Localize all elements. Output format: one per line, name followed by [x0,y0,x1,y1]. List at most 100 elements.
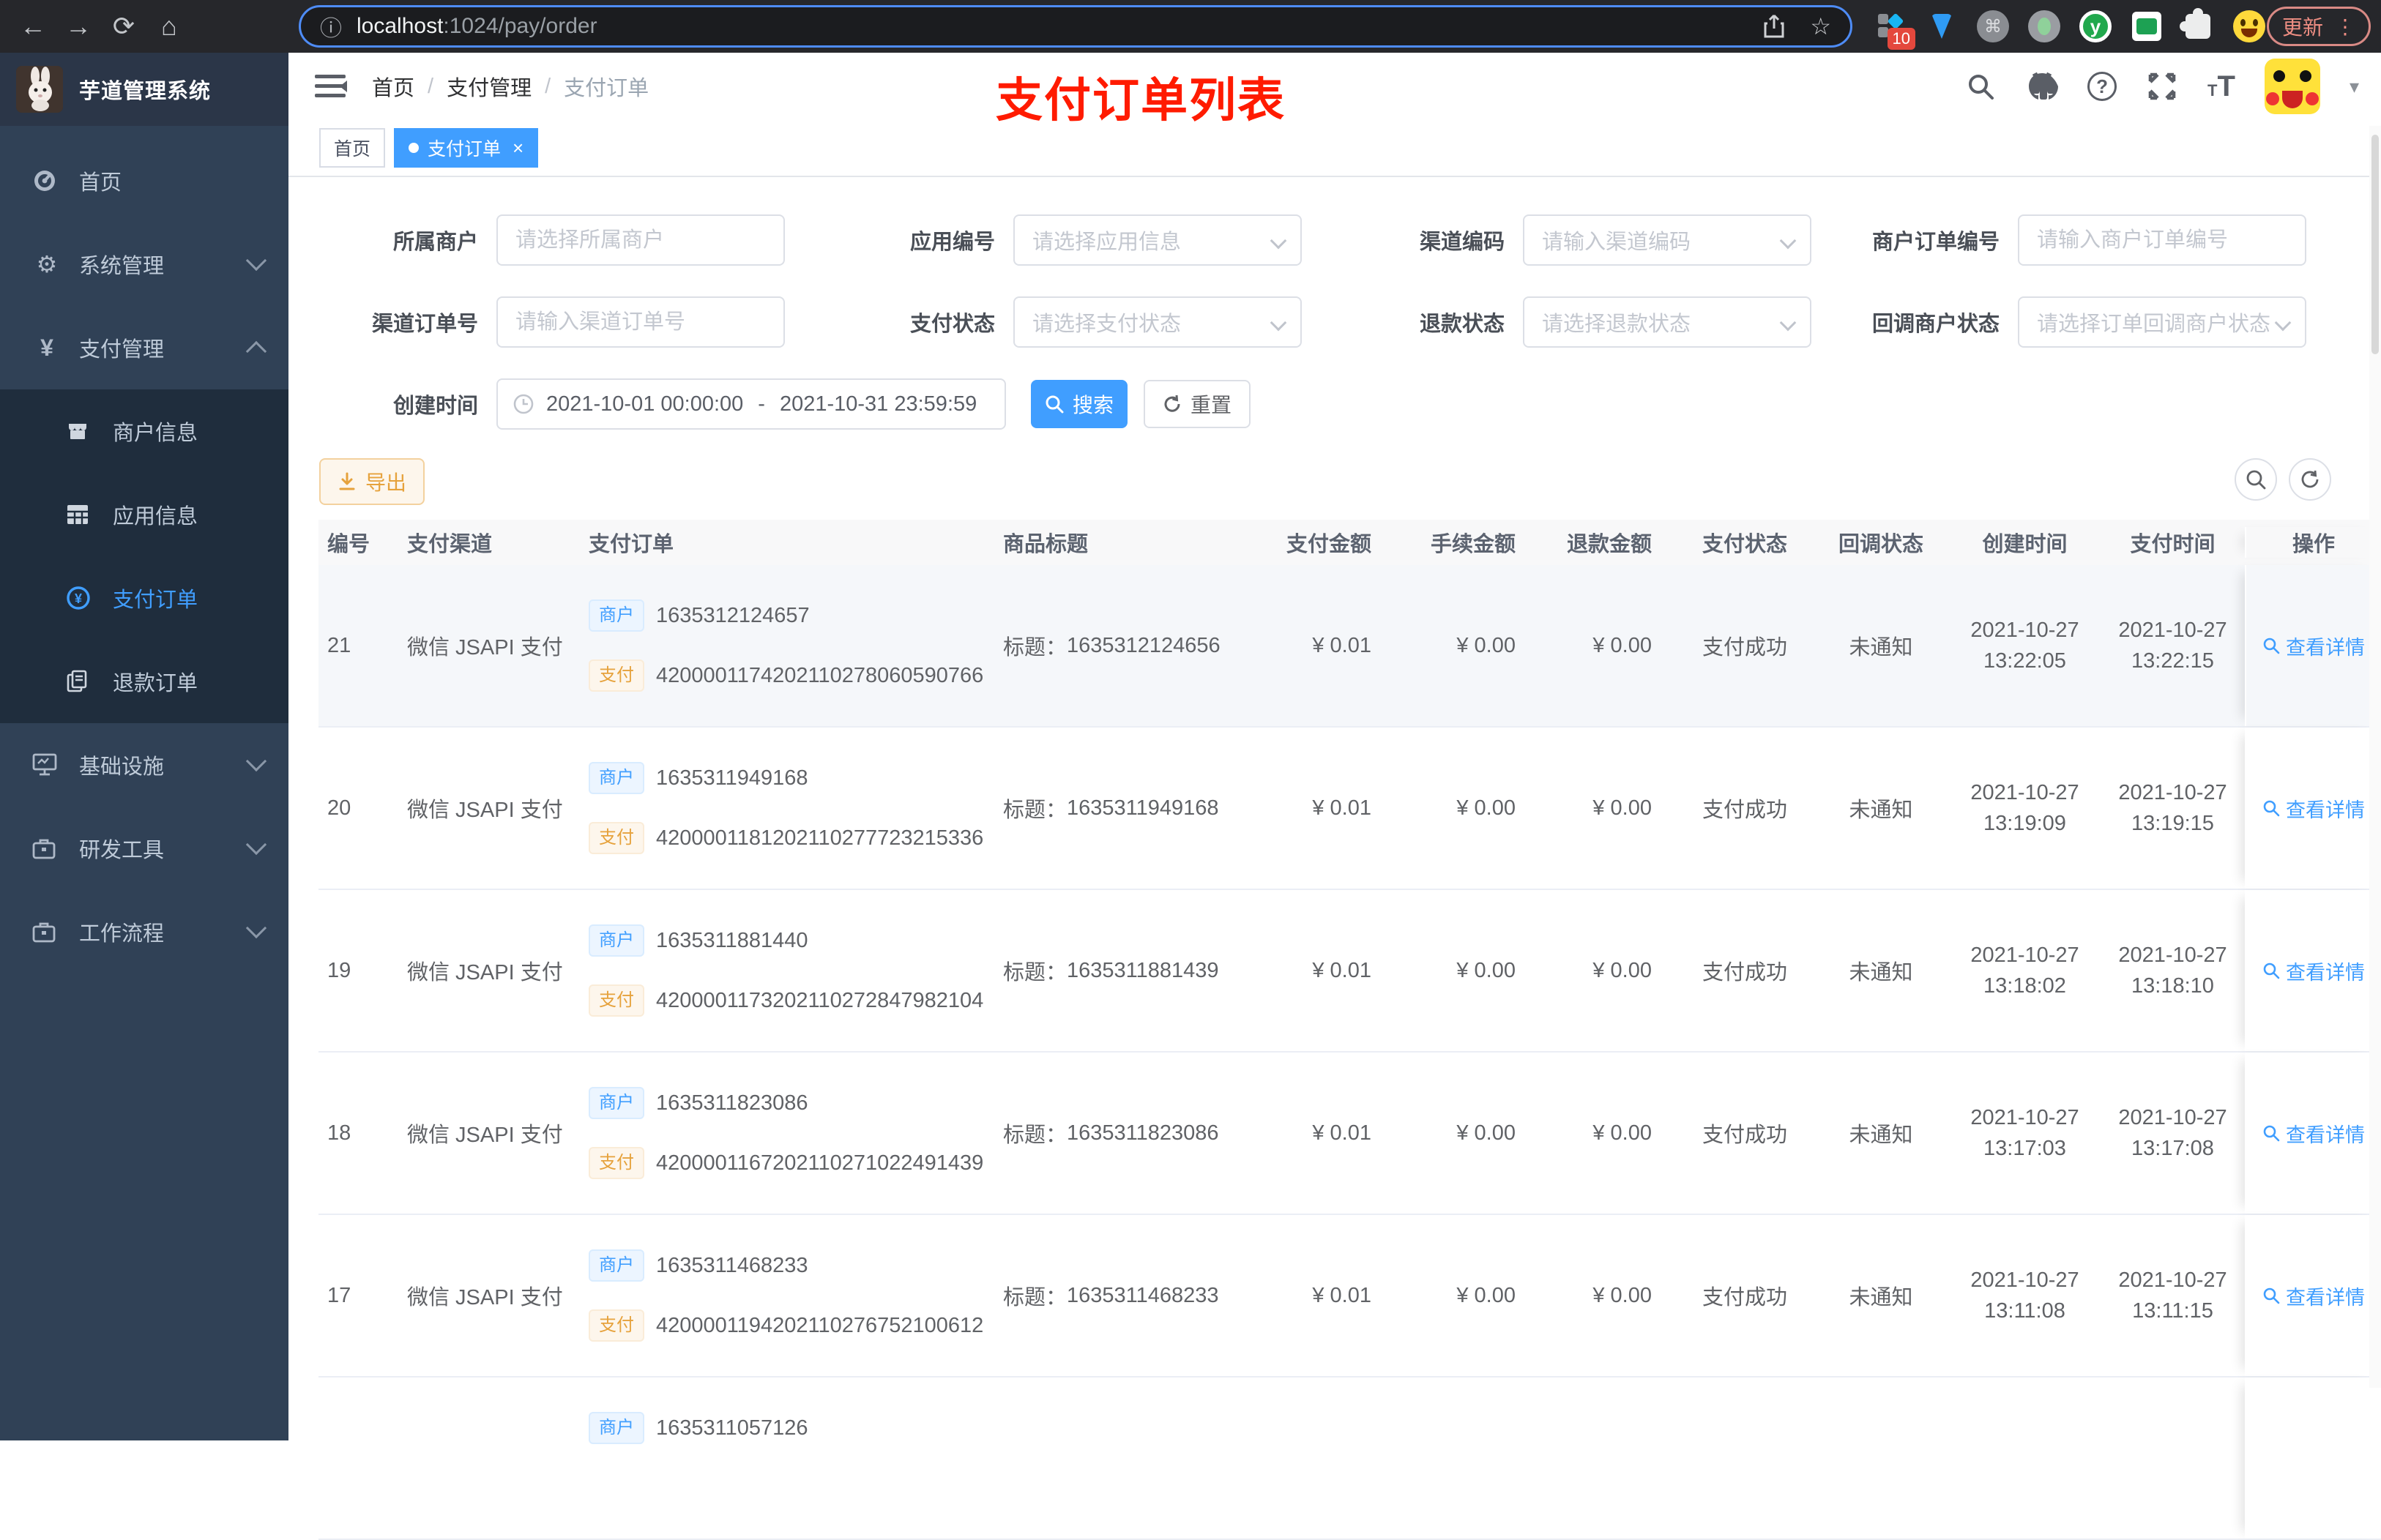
bookmark-star-icon[interactable]: ☆ [1810,12,1831,40]
fullscreen-icon[interactable] [2146,70,2178,102]
sidebar-item-infrastructure[interactable]: 基础设施 [0,723,288,807]
cell-pay-time: 2021-10-27 13:11:15 [2101,1215,2245,1376]
view-detail-link[interactable]: 查看详情 [2262,1119,2365,1148]
help-icon[interactable]: ? [2087,72,2117,101]
search-icon[interactable] [1964,70,1997,102]
extension-command-icon[interactable]: ⌘ [1977,10,2009,42]
page-scrollbar[interactable] [2369,126,2381,1388]
extension-dot-icon[interactable] [2028,10,2060,42]
logo-image [16,66,63,113]
channel-code-select[interactable]: 请输入渠道编码 [1523,214,1811,266]
pay-date: 2021-10-27 [2118,943,2227,967]
extension-grid-icon[interactable]: 10 [1874,10,1915,50]
site-info-icon[interactable]: ⓘ [320,10,342,42]
top-navbar: 首页 / 支付管理 / 支付订单 支付订单列表 ? TT ▾ [288,53,2381,127]
extension-pin-icon[interactable] [1926,10,1958,42]
sidebar-item-workflow[interactable]: 工作流程 [0,890,288,973]
browser-back-icon[interactable]: ← [10,11,56,42]
address-bar[interactable]: ⓘ localhost:1024/pay/order ☆ [299,5,1852,48]
github-icon[interactable] [2026,70,2059,102]
pay-date: 2021-10-27 [2118,781,2227,804]
breadcrumb-home[interactable]: 首页 [372,71,414,102]
clock-icon [513,394,534,414]
browser-menu-dots-icon[interactable]: ⋮ [2335,15,2355,39]
chevron-down-icon [245,917,267,939]
date-end[interactable]: 2021-10-31 23:59:59 [780,392,977,416]
callback-status-select[interactable]: 请选择订单回调商户状态 [2018,296,2306,348]
sidebar-item-merchant-info[interactable]: 商户信息 [0,389,288,473]
search-icon [2246,470,2266,490]
view-detail-link[interactable]: 查看详情 [2262,632,2365,660]
refund-status-select[interactable]: 请选择退款状态 [1523,296,1811,348]
cell-pay-time [2101,1378,2245,1539]
tab-home[interactable]: 首页 [319,128,386,168]
sidebar-item-payment[interactable]: ¥ 支付管理 [0,306,288,389]
channel-order-no-input[interactable] [515,310,766,334]
sidebar-item-label: 支付管理 [79,338,165,362]
filter-merchant-order-no: 商户订单编号 [1811,214,2306,266]
app-select[interactable]: 请选择应用信息 [1013,214,1302,266]
channel-order-no-input-wrap[interactable] [496,296,785,348]
extension-emoji-icon[interactable] [2233,10,2265,42]
sidebar-item-home[interactable]: 首页 [0,139,288,223]
scrollbar-thumb[interactable] [2371,135,2379,354]
placeholder-text: 请输入渠道编码 [1542,231,1691,254]
sidebar-item-label: 首页 [79,171,122,195]
column-header: 创建时间 [1982,533,2068,556]
cell-amount: ¥ 0.01 [1312,796,1371,820]
shop-icon [66,419,95,443]
cell-channel: 微信 JSAPI 支付 [407,1286,563,1309]
merchant-select[interactable] [496,214,785,266]
user-avatar[interactable] [2264,59,2320,114]
sidebar-item-app-info[interactable]: 应用信息 [0,473,288,556]
export-button[interactable]: 导出 [319,458,425,505]
sidebar-fold-icon[interactable] [315,74,347,99]
merchant-input[interactable] [515,228,766,253]
cell-create-time: 2021-10-27 13:18:02 [1949,890,2101,1051]
view-detail-link[interactable]: 查看详情 [2262,794,2365,823]
refresh-table-button[interactable] [2289,458,2331,501]
url-path: :1024/pay/order [443,14,597,38]
search-button[interactable]: 搜索 [1031,380,1128,428]
extension-y-icon[interactable]: y [2079,10,2112,42]
extension-puzzle-icon[interactable] [2180,8,2214,42]
view-detail-link[interactable]: 查看详情 [2262,1282,2365,1310]
browser-home-icon[interactable]: ⌂ [146,11,192,42]
date-range-picker[interactable]: 2021-10-01 00:00:00 - 2021-10-31 23:59:5… [496,378,1006,430]
sidebar-item-refund-order[interactable]: 退款订单 [0,640,288,723]
chevron-down-icon [1270,232,1287,250]
filter-channel-order-no: 渠道订单号 [305,296,785,348]
view-detail-link[interactable]: 查看详情 [2262,957,2365,985]
cell-title: 标题： 1635311468233 [1002,1215,1245,1376]
pay-tag: 支付 [589,984,644,1017]
user-menu-caret-icon[interactable]: ▾ [2350,75,2359,98]
sidebar-item-label: 研发工具 [79,839,165,862]
browser-reload-icon[interactable]: ⟳ [101,11,146,42]
show-search-toggle-button[interactable] [2235,458,2277,501]
sidebar-item-dev-tools[interactable]: 研发工具 [0,807,288,890]
create-time: 13:11:08 [1984,1299,2065,1323]
pay-status-select[interactable]: 请选择支付状态 [1013,296,1302,348]
sidebar-item-pay-order[interactable]: ¥ 支付订单 [0,556,288,640]
sidebar-item-system[interactable]: ⚙ 系统管理 [0,223,288,306]
browser-update-button[interactable]: 更新 ⋮ [2267,7,2371,46]
column-header: 支付订单 [589,533,674,556]
merchant-order-no-input-wrap[interactable] [2018,214,2306,266]
tab-pay-order[interactable]: 支付订单 × [394,128,539,168]
merchant-order-no-input[interactable] [2037,228,2287,253]
merchant-order-no: 1635312124657 [656,603,810,627]
merchant-order-no: 1635311823086 [656,1091,808,1115]
browser-forward-icon[interactable]: → [56,11,101,42]
share-icon[interactable] [1763,14,1785,39]
table-row: 18 微信 JSAPI 支付 商户 1635311823086 支付 42000… [318,1053,2381,1215]
font-size-icon[interactable]: TT [2207,70,2235,103]
merchant-tag: 商户 [589,1249,644,1282]
date-start[interactable]: 2021-10-01 00:00:00 [546,392,743,416]
extension-chat-icon[interactable] [2131,10,2163,42]
close-icon[interactable]: × [513,137,523,160]
payment-submenu: 商户信息 应用信息 ¥ 支付订单 退款订单 [0,389,288,723]
breadcrumb-payment[interactable]: 支付管理 [447,71,532,102]
reset-button[interactable]: 重置 [1144,380,1251,428]
cell-pay-order: 商户 1635312124657 支付 42000011742021102780… [577,565,1002,726]
pay-order-line: 支付 4200001173202110272847982104 [589,984,983,1017]
